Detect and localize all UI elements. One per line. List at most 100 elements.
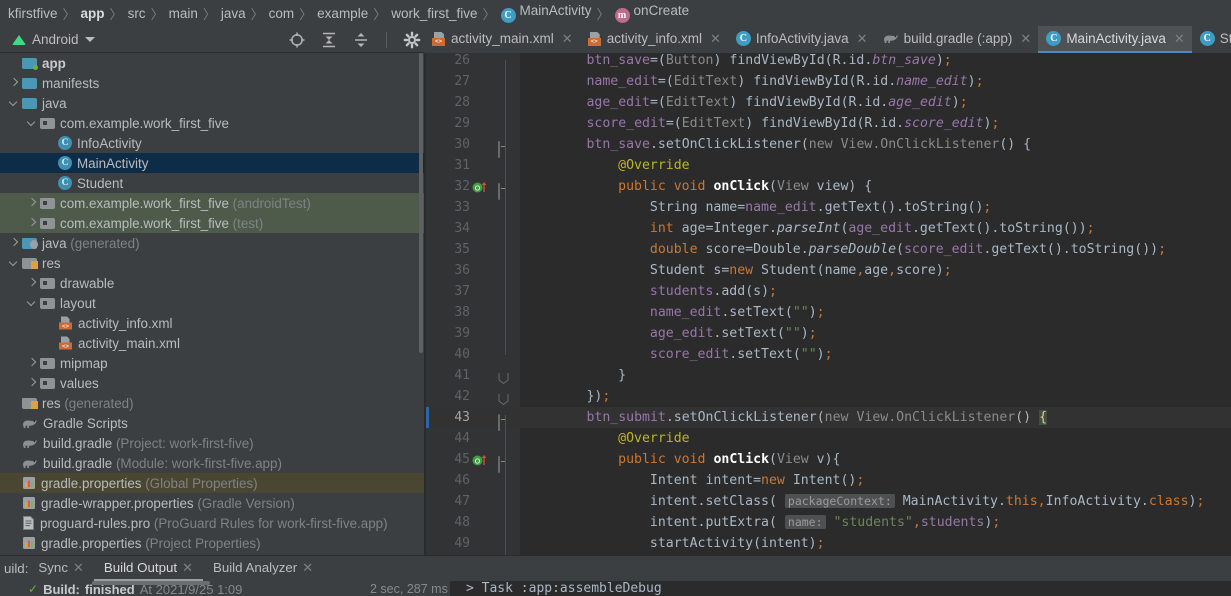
collapse-all-icon[interactable] — [352, 31, 370, 49]
chevron-down-icon[interactable] — [26, 118, 37, 129]
project-tree-scrollbar[interactable] — [419, 53, 423, 353]
build-tree-scrollbar[interactable] — [92, 581, 210, 585]
expand-all-icon[interactable] — [320, 31, 338, 49]
breadcrumb-item-work-first-five[interactable]: work_first_five — [387, 6, 481, 21]
code-line-31[interactable]: 31 @Override — [426, 155, 1231, 176]
code-line-46[interactable]: 46 Intent intent=new Intent(); — [426, 470, 1231, 491]
breadcrumb-item-com[interactable]: com — [265, 6, 299, 21]
code-line-26[interactable]: 26 btn_save=(Button) findViewById(R.id.bt… — [426, 53, 1231, 71]
tree-row-mipmap[interactable]: mipmap — [0, 353, 424, 373]
fold-toggle-icon[interactable] — [498, 139, 509, 158]
build-console-output[interactable]: > Task :app:assembleDebug — [450, 581, 1231, 596]
close-icon[interactable]: ✕ — [562, 31, 573, 47]
tree-row-gradle-scripts[interactable]: Gradle Scripts — [0, 413, 424, 433]
fold-end-icon[interactable] — [498, 370, 509, 385]
close-icon[interactable]: ✕ — [182, 560, 193, 576]
tree-row-res[interactable]: res — [0, 253, 424, 273]
tree-row-infoactivity[interactable]: C InfoActivity — [0, 133, 424, 153]
close-icon[interactable]: ✕ — [1174, 31, 1185, 47]
tree-row-java[interactable]: java — [0, 93, 424, 113]
override-method-icon[interactable]: O — [472, 453, 488, 467]
tree-row-gradle-properties[interactable]: gradle.properties (Project Properties) — [0, 533, 424, 553]
code-line-32[interactable]: 32 Opublic void onClick(View view) { — [426, 176, 1231, 200]
chevron-down-icon[interactable] — [8, 258, 19, 269]
build-tab-build-output[interactable]: Build Output ✕ — [93, 556, 203, 581]
chevron-right-icon[interactable] — [26, 358, 37, 369]
breadcrumb-item-java[interactable]: java — [217, 6, 250, 21]
tree-row-layout[interactable]: layout — [0, 293, 424, 313]
editor-tab-infoactivity-java[interactable]: C InfoActivity.java ✕ — [728, 26, 875, 53]
code-line-28[interactable]: 28 age_edit=(EditText) findViewById(R.id.… — [426, 92, 1231, 113]
chevron-right-icon[interactable] — [8, 238, 19, 249]
code-line-29[interactable]: 29 score_edit=(EditText) findViewById(R.i… — [426, 113, 1231, 134]
close-icon[interactable]: ✕ — [710, 31, 721, 47]
build-tab-build-analyzer[interactable]: Build Analyzer ✕ — [203, 556, 323, 581]
code-line-39[interactable]: 39 age_edit.setText(""); — [426, 323, 1231, 344]
tree-row-activity-main-xml[interactable]: <> activity_main.xml — [0, 333, 424, 353]
build-tab-sync[interactable]: Sync ✕ — [28, 556, 93, 581]
tree-row-java[interactable]: java (generated) — [0, 233, 424, 253]
chevron-right-icon[interactable] — [26, 378, 37, 389]
tree-row-drawable[interactable]: drawable — [0, 273, 424, 293]
chevron-right-icon[interactable] — [26, 218, 37, 229]
tree-row-res[interactable]: res (generated) — [0, 393, 424, 413]
tree-row-student[interactable]: C Student — [0, 173, 424, 193]
tree-row-manifests[interactable]: manifests — [0, 73, 424, 93]
chevron-right-icon[interactable] — [26, 278, 37, 289]
close-icon[interactable]: ✕ — [857, 31, 868, 47]
code-line-27[interactable]: 27 name_edit=(EditText) findViewById(R.id… — [426, 71, 1231, 92]
breadcrumb-item-main[interactable]: main — [165, 6, 202, 21]
code-line-38[interactable]: 38 name_edit.setText(""); — [426, 302, 1231, 323]
code-line-35[interactable]: 35 double score=Double.parseDouble(score_… — [426, 239, 1231, 260]
tree-row-gradle-wrapper-properties[interactable]: gradle-wrapper.properties (Gradle Versio… — [0, 493, 424, 513]
close-icon[interactable]: ✕ — [1020, 31, 1031, 47]
close-icon[interactable]: ✕ — [73, 560, 84, 576]
code-line-47[interactable]: 47 intent.setClass( packageContext: MainA… — [426, 491, 1231, 512]
gear-icon[interactable] — [403, 31, 421, 49]
editor-tab-activity-info-xml[interactable]: activity_info.xml ✕ — [580, 26, 728, 53]
breadcrumb-item-mainactivity[interactable]: C MainActivity — [497, 3, 596, 23]
code-line-49[interactable]: 49 startActivity(intent); — [426, 533, 1231, 554]
code-line-45[interactable]: 45 Opublic void onClick(View v){ — [426, 449, 1231, 473]
project-view-selector[interactable]: Android — [6, 26, 101, 53]
editor-tab-student-j[interactable]: CStudent.j✕ — [1192, 26, 1231, 53]
breadcrumb-item-app[interactable]: app — [77, 6, 109, 21]
code-line-33[interactable]: 33 String name=name_edit.getText().toStri… — [426, 197, 1231, 218]
editor-tab-activity-main-xml[interactable]: activity_main.xml ✕ — [424, 26, 580, 53]
code-line-30[interactable]: 30 btn_save.setOnClickListener(new View.O… — [426, 134, 1231, 158]
fold-toggle-icon[interactable] — [498, 181, 509, 200]
code-line-43[interactable]: 43 btn_submit.setOnClickListener(new View… — [426, 407, 1231, 431]
tree-row-build-gradle[interactable]: build.gradle (Module: work-first-five.ap… — [0, 453, 424, 473]
breadcrumb-item-kfirstfive[interactable]: kfirstfive — [4, 6, 62, 21]
tree-row-com-example-work-first-five[interactable]: com.example.work_first_five — [0, 113, 424, 133]
tree-row-build-gradle[interactable]: build.gradle (Project: work-first-five) — [0, 433, 424, 453]
tree-row-mainactivity[interactable]: C MainActivity — [0, 153, 424, 173]
locate-icon[interactable] — [288, 31, 306, 49]
tree-row-values[interactable]: values — [0, 373, 424, 393]
tree-row-app[interactable]: app — [0, 53, 424, 73]
breadcrumb-item-oncreate[interactable]: m onCreate — [611, 3, 694, 23]
editor-tab-build-gradle-app-[interactable]: build.gradle (:app) ✕ — [875, 26, 1039, 53]
override-method-icon[interactable]: O — [472, 180, 488, 194]
code-line-37[interactable]: 37 students.add(s); — [426, 281, 1231, 302]
code-editor[interactable]: 26 btn_save=(Button) findViewById(R.id.bt… — [426, 53, 1231, 555]
code-line-44[interactable]: 44 @Override — [426, 428, 1231, 449]
code-line-40[interactable]: 40 score_edit.setText(""); — [426, 344, 1231, 365]
tree-row-proguard-rules-pro[interactable]: proguard-rules.pro (ProGuard Rules for w… — [0, 513, 424, 533]
code-line-41[interactable]: 41} — [426, 365, 1231, 386]
breadcrumb-item-src[interactable]: src — [124, 6, 150, 21]
code-line-48[interactable]: 48 intent.putExtra( name: "students",stud… — [426, 512, 1231, 533]
close-icon[interactable]: ✕ — [302, 560, 313, 576]
code-line-42[interactable]: 42}); — [426, 386, 1231, 407]
breadcrumb-item-example[interactable]: example — [313, 6, 372, 21]
tree-row-activity-info-xml[interactable]: <> activity_info.xml — [0, 313, 424, 333]
chevron-down-icon[interactable] — [26, 298, 37, 309]
fold-end-icon[interactable] — [498, 391, 509, 406]
tree-row-com-example-work-first-five[interactable]: com.example.work_first_five (test) — [0, 213, 424, 233]
chevron-down-icon[interactable] — [8, 98, 19, 109]
fold-toggle-icon[interactable] — [498, 412, 509, 431]
tree-row-com-example-work-first-five[interactable]: com.example.work_first_five (androidTest… — [0, 193, 424, 213]
chevron-right-icon[interactable] — [26, 198, 37, 209]
fold-toggle-icon[interactable] — [498, 454, 509, 473]
code-line-34[interactable]: 34 int age=Integer.parseInt(age_edit.getT… — [426, 218, 1231, 239]
